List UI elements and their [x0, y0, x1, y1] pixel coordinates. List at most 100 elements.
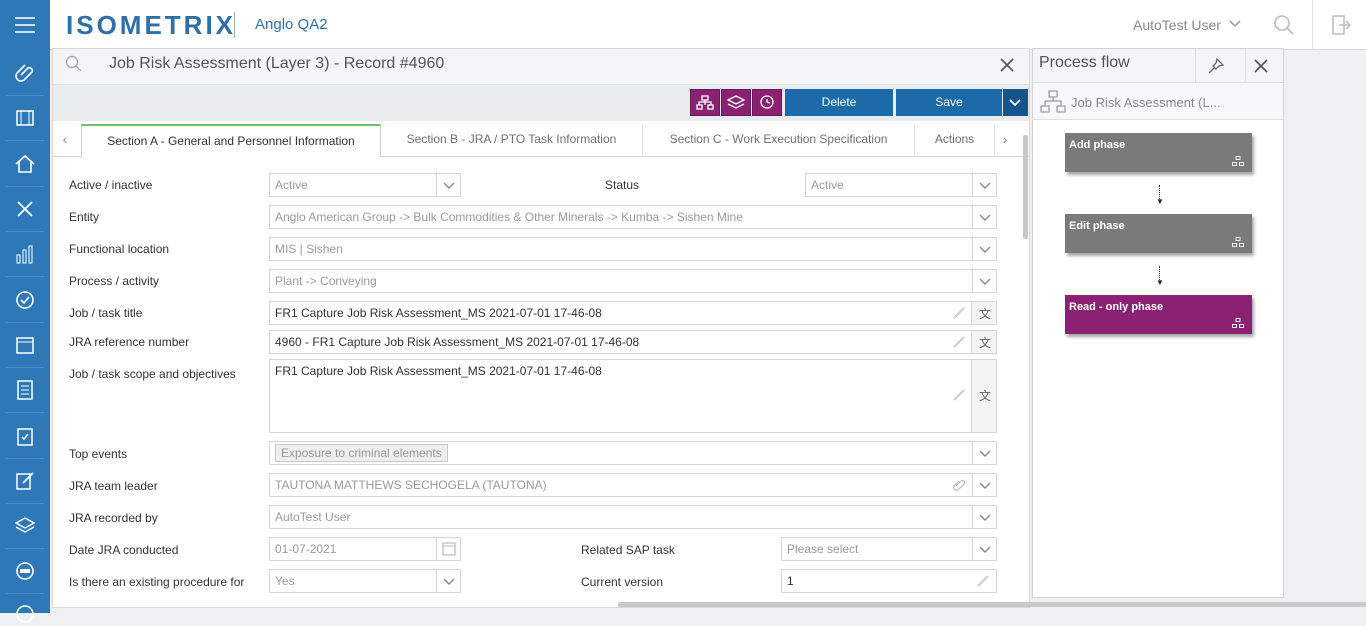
search-icon[interactable] — [1273, 14, 1295, 36]
close-icon[interactable] — [999, 57, 1015, 73]
chevron-down-icon — [972, 206, 996, 228]
vertical-scrollbar[interactable] — [1023, 135, 1028, 239]
recorded-by-label: JRA recorded by — [69, 511, 158, 525]
jra-reference-field[interactable]: 4960 - FR1 Capture Job Risk Assessment_M… — [269, 330, 997, 354]
list-icon[interactable] — [13, 378, 37, 402]
pencil-icon — [952, 306, 966, 320]
entity-select[interactable]: Anglo American Group -> Bulk Commodities… — [269, 205, 997, 229]
active-label: Active / inactive — [69, 178, 153, 192]
process-select[interactable]: Plant -> Conveying — [269, 269, 997, 293]
sidebar — [0, 50, 50, 623]
save-options-button[interactable] — [1003, 89, 1028, 116]
svg-text:文: 文 — [979, 335, 991, 350]
arrow-down-icon: ▼ — [1156, 197, 1164, 206]
functional-location-label: Functional location — [69, 242, 170, 256]
divider — [6, 95, 44, 96]
sap-task-select[interactable]: Please select — [781, 537, 997, 561]
process-flow-button[interactable] — [690, 89, 720, 116]
tab-actions[interactable]: Actions — [915, 124, 995, 157]
translate-icon[interactable]: 文 — [971, 360, 996, 432]
chevron-down-icon — [972, 270, 996, 292]
bar-chart-icon[interactable] — [13, 243, 37, 267]
close-icon[interactable] — [1253, 58, 1269, 74]
calendar-icon[interactable] — [436, 538, 460, 560]
delete-button[interactable]: Delete — [785, 89, 893, 116]
active-select[interactable]: Active — [269, 173, 461, 197]
translate-icon[interactable]: 文 — [971, 331, 996, 353]
clipboard-check-icon[interactable] — [13, 424, 37, 448]
horizontal-scrollbar[interactable] — [618, 602, 1366, 607]
chevron-down-icon — [972, 442, 996, 464]
divider — [6, 548, 44, 549]
recorded-by-select[interactable]: AutoTest User — [269, 505, 997, 529]
tab-section-a[interactable]: Section A - General and Personnel Inform… — [81, 124, 381, 158]
search-icon[interactable] — [65, 55, 83, 73]
user-menu[interactable]: AutoTest User — [1133, 17, 1221, 33]
date-conducted-label: Date JRA conducted — [69, 543, 179, 557]
divider — [6, 231, 44, 232]
check-circle-icon[interactable] — [13, 288, 37, 312]
save-button[interactable]: Save — [896, 89, 1002, 116]
phase-add[interactable]: Add phase — [1065, 133, 1252, 172]
process-flow-header: Process flow — [1033, 49, 1283, 83]
phase-edit[interactable]: Edit phase — [1065, 214, 1252, 253]
tab-scroll-right-icon[interactable]: › — [995, 124, 1015, 154]
menu-icon[interactable] — [0, 0, 50, 50]
scope-value: FR1 Capture Job Risk Assessment_MS 2021-… — [275, 364, 602, 378]
scope-textarea[interactable]: FR1 Capture Job Risk Assessment_MS 2021-… — [269, 359, 997, 433]
chevron-down-icon — [436, 570, 460, 592]
translate-icon[interactable]: 文 — [971, 302, 996, 324]
layers-icon[interactable] — [13, 514, 37, 538]
logo-divider — [234, 12, 235, 38]
functional-location-select[interactable]: MIS | Sishen — [269, 237, 997, 261]
layers-button[interactable] — [721, 89, 751, 116]
edit-icon[interactable] — [13, 469, 37, 493]
date-conducted-value: 01-07-2021 — [275, 542, 337, 556]
home-icon[interactable] — [13, 152, 37, 176]
tab-section-c[interactable]: Section C - Work Execution Specification — [643, 124, 915, 157]
film-icon[interactable] — [13, 106, 37, 130]
hierarchy-icon — [1232, 237, 1244, 247]
phase-read-only[interactable]: Read - only phase — [1065, 295, 1252, 334]
current-version-value: 1 — [787, 574, 794, 588]
divider — [6, 503, 44, 504]
current-version-field[interactable]: 1 — [781, 569, 997, 593]
tools-icon[interactable] — [13, 197, 37, 221]
hierarchy-icon — [1232, 318, 1244, 328]
top-events-select[interactable]: Exposure to criminal elements — [269, 441, 997, 465]
process-flow-subheader: Job Risk Assessment (L... — [1033, 84, 1283, 120]
tab-section-b[interactable]: Section B - JRA / PTO Task Information — [381, 124, 643, 157]
divider — [1245, 49, 1246, 83]
hierarchy-icon — [1039, 89, 1067, 115]
status-value: Active — [811, 178, 844, 192]
team-leader-select[interactable]: TAUTONA MATTHEWS SECHOGELA (TAUTONA) — [269, 473, 997, 497]
pin-icon[interactable] — [1207, 57, 1225, 75]
calendar-icon[interactable] — [13, 333, 37, 357]
existing-procedure-label: Is there an existing procedure for — [69, 575, 245, 589]
job-title-field[interactable]: FR1 Capture Job Risk Assessment_MS 2021-… — [269, 301, 997, 325]
paperclip-icon[interactable] — [13, 61, 37, 85]
logo: ISOMETRIX — [66, 10, 237, 40]
process-value: Plant -> Conveying — [275, 274, 377, 288]
chevron-down-icon[interactable] — [1227, 16, 1243, 32]
record-toolbar: Delete Save — [53, 85, 1029, 121]
paperclip-icon — [952, 478, 966, 492]
logout-icon[interactable] — [1330, 14, 1352, 36]
process-flow-title: Process flow — [1039, 54, 1130, 71]
recorded-by-value: AutoTest User — [275, 510, 351, 524]
divider — [6, 186, 44, 187]
status-select[interactable]: Active — [805, 173, 997, 197]
date-conducted-field[interactable]: 01-07-2021 — [269, 537, 461, 561]
existing-procedure-select[interactable]: Yes — [269, 569, 461, 593]
sap-task-label: Related SAP task — [581, 543, 675, 557]
divider — [6, 593, 44, 594]
pencil-icon — [952, 388, 966, 402]
jra-reference-label: JRA reference number — [69, 335, 190, 349]
history-button[interactable] — [752, 89, 782, 116]
tab-scroll-left-icon[interactable]: ‹ — [55, 124, 75, 154]
minus-circle-icon[interactable] — [13, 559, 37, 583]
chevron-down-icon — [972, 474, 996, 496]
top-event-tag[interactable]: Exposure to criminal elements — [275, 444, 448, 462]
globe-icon[interactable] — [13, 602, 37, 626]
record-header: Job Risk Assessment (Layer 3) - Record #… — [53, 49, 1029, 85]
